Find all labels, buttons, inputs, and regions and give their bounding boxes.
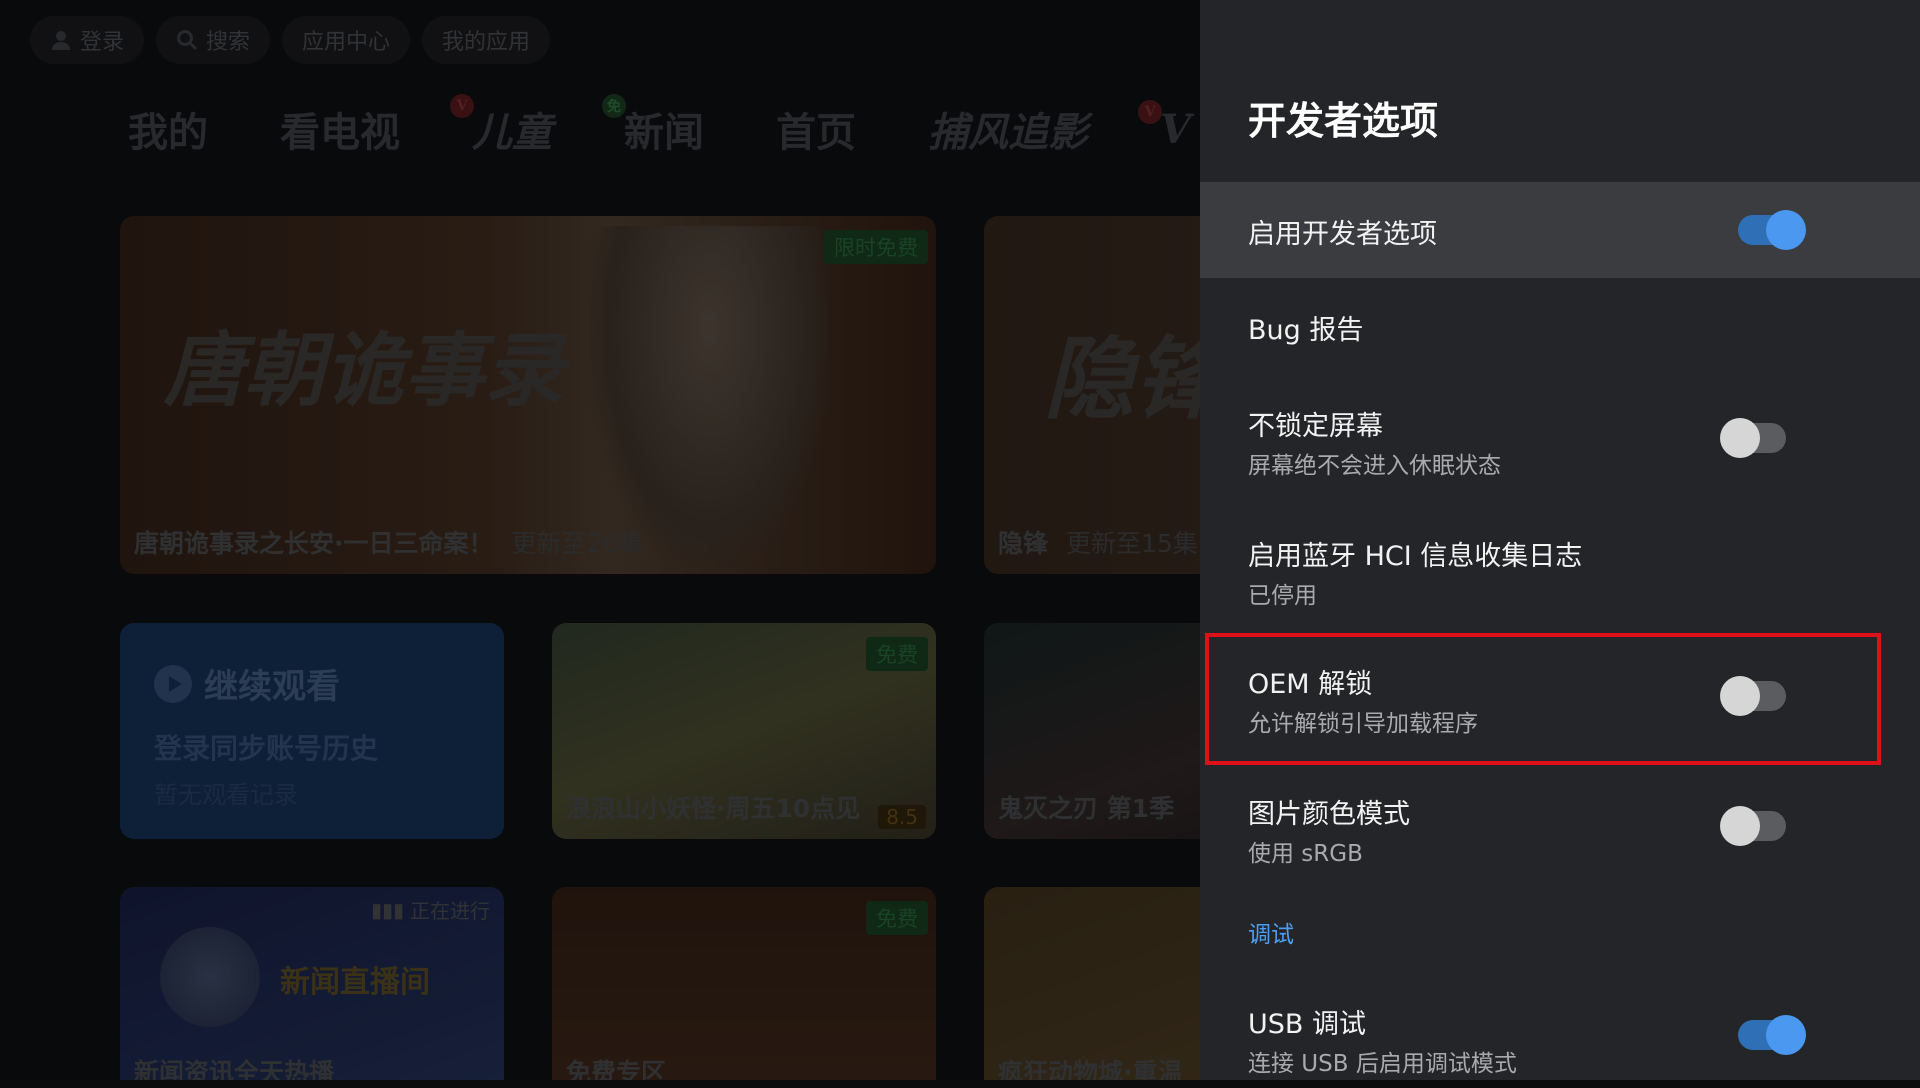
- panel-title: 开发者选项: [1248, 99, 1439, 143]
- bluetooth-hci-log-row[interactable]: 启用蓝牙 HCI 信息收集日志 已停用: [1200, 520, 1920, 630]
- dim-overlay: [0, 0, 1200, 1080]
- usb-debugging-row[interactable]: USB 调试 连接 USB 后启用调试模式: [1200, 988, 1920, 1088]
- stay-awake-toggle[interactable]: [1720, 418, 1786, 458]
- toggle-knob: [1720, 418, 1760, 458]
- row-label: USB 调试: [1248, 1009, 1367, 1040]
- enable-developer-options-row[interactable]: 启用开发者选项: [1200, 182, 1920, 278]
- picture-color-mode-toggle[interactable]: [1720, 806, 1786, 846]
- toggle-knob: [1766, 1015, 1806, 1055]
- row-sublabel: 已停用: [1248, 583, 1317, 609]
- oem-unlock-highlight: [1205, 633, 1881, 765]
- row-label: 启用开发者选项: [1248, 219, 1437, 250]
- stay-awake-row[interactable]: 不锁定屏幕 屏幕绝不会进入休眠状态: [1200, 390, 1920, 510]
- row-label: 图片颜色模式: [1248, 799, 1410, 830]
- debug-section-header: 调试: [1248, 922, 1294, 948]
- row-sublabel: 屏幕绝不会进入休眠状态: [1248, 453, 1501, 479]
- row-sublabel: 使用 sRGB: [1248, 841, 1363, 867]
- developer-options-panel: 开发者选项 启用开发者选项 Bug 报告 不锁定屏幕 屏幕绝不会进入休眠状态 启…: [1200, 0, 1920, 1080]
- usb-debugging-toggle[interactable]: [1738, 1015, 1806, 1055]
- row-label: Bug 报告: [1248, 315, 1364, 346]
- toggle-knob: [1720, 806, 1760, 846]
- enable-developer-options-toggle[interactable]: [1738, 210, 1806, 250]
- row-sublabel: 连接 USB 后启用调试模式: [1248, 1051, 1517, 1077]
- picture-color-mode-row[interactable]: 图片颜色模式 使用 sRGB: [1200, 778, 1920, 888]
- toggle-knob: [1766, 210, 1806, 250]
- row-label: 不锁定屏幕: [1248, 411, 1383, 442]
- row-label: 启用蓝牙 HCI 信息收集日志: [1248, 541, 1583, 572]
- bug-report-row[interactable]: Bug 报告: [1200, 278, 1920, 374]
